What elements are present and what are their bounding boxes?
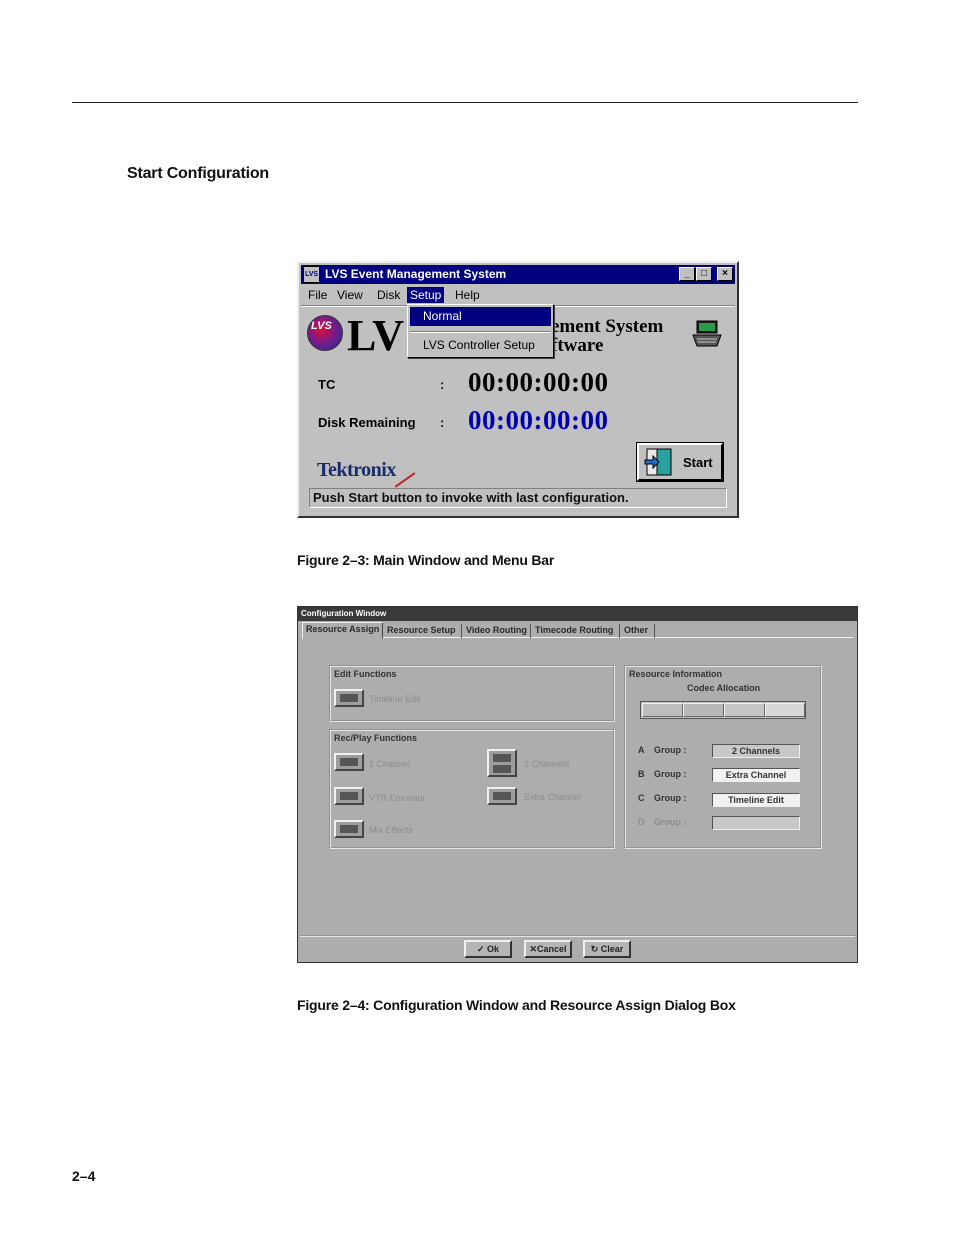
group-d-value [712, 816, 800, 830]
rec-play-functions-group: Rec/Play Functions 1 Channel 2 Channels … [329, 729, 615, 849]
logo-title: LV [347, 311, 405, 360]
window-title: LVS Event Management System [325, 267, 507, 281]
group-b-label: Group : [654, 769, 687, 779]
extra-channel-button[interactable] [487, 787, 517, 805]
resource-information-group: Resource Information Codec Allocation A … [624, 665, 822, 849]
menu-file[interactable]: File [305, 287, 330, 303]
menu-disk[interactable]: Disk [374, 287, 403, 303]
tab-other[interactable]: Other [621, 624, 655, 638]
alloc-segment-b [683, 703, 724, 717]
section-heading: Start Configuration [127, 165, 269, 182]
page-number: 2–4 [72, 1168, 96, 1184]
codec-allocation-label: Codec Allocation [687, 683, 761, 693]
rec-play-functions-title: Rec/Play Functions [334, 733, 418, 743]
group-c-label: Group : [654, 793, 687, 803]
tc-value: 00:00:00:00 [468, 367, 609, 397]
start-button[interactable]: Start [636, 442, 724, 482]
door-enter-icon [644, 448, 672, 476]
lvs-app-icon[interactable]: LVS [303, 266, 320, 283]
resource-information-title: Resource Information [629, 669, 723, 679]
disk-colon: : [440, 415, 445, 430]
figure-caption-2-4: Figure 2–4: Configuration Window and Res… [297, 997, 736, 1013]
group-b-value: Extra Channel [712, 768, 800, 782]
tc-label: TC [318, 377, 336, 392]
group-a-label: Group : [654, 745, 687, 755]
setup-dropdown-menu: Normal LVS Controller Setup [407, 304, 554, 358]
main-window: LVS LVS Event Management System _ □ × Fi… [297, 261, 739, 518]
config-tabs: Resource Assign Resource Setup Video Rou… [302, 622, 853, 639]
menu-view[interactable]: View [334, 287, 366, 303]
tektronix-swoosh [394, 472, 416, 488]
alloc-segment-d [765, 703, 805, 717]
cancel-x-icon: ✕ [529, 944, 538, 954]
alloc-segment-c [724, 703, 765, 717]
group-a-value: 2 Channels [712, 744, 800, 758]
tektronix-logo: Tektronix [317, 459, 396, 481]
configuration-window: Configuration Window Resource Assign Res… [297, 606, 858, 963]
keyboard-icon [692, 320, 722, 347]
ok-button[interactable]: ✓ Ok [464, 940, 512, 958]
tab-timecode-routing[interactable]: Timecode Routing [532, 624, 620, 638]
clear-label: Clear [600, 944, 624, 954]
start-label: Start [683, 455, 713, 470]
cancel-button[interactable]: ✕Cancel [524, 940, 572, 958]
maximize-button[interactable]: □ [696, 267, 712, 281]
menu-setup[interactable]: Setup [407, 287, 445, 303]
two-channels-label: 2 Channels [524, 759, 570, 769]
status-bar: Push Start button to invoke with last co… [309, 488, 727, 508]
menu-item-lvs-controller-setup[interactable]: LVS Controller Setup [410, 336, 551, 355]
subtitle: ement System ftware [551, 317, 663, 355]
edit-functions-title: Edit Functions [334, 669, 397, 679]
group-d-letter: D [638, 817, 645, 827]
extra-channel-label: Extra Channel [524, 792, 582, 802]
tc-colon: : [440, 377, 445, 392]
top-rule [72, 102, 858, 103]
timeline-edit-label: Timeline Edit [369, 694, 421, 704]
one-channel-label: 1 Channel [369, 759, 411, 769]
mix-effects-button[interactable] [334, 820, 364, 838]
config-button-bar: ✓ Ok ✕Cancel ↻ Clear [300, 935, 855, 959]
config-window-title: Configuration Window [298, 607, 857, 621]
mix-effects-label: Mix Effects [369, 825, 413, 835]
group-d-label: Group : [654, 817, 687, 827]
cancel-label: Cancel [537, 944, 567, 954]
lvs-logo-text: LVS [311, 320, 332, 332]
refresh-icon: ↻ [590, 944, 599, 954]
group-b-letter: B [638, 769, 645, 779]
group-c-value: Timeline Edit [712, 793, 800, 807]
subtitle-line2: ftware [551, 335, 604, 356]
close-button[interactable]: × [717, 267, 733, 281]
minimize-button[interactable]: _ [679, 267, 695, 281]
disk-remaining-value: 00:00:00:00 [468, 405, 609, 435]
alloc-segment-a [642, 703, 683, 717]
menu-bar: File View Disk Setup Help [301, 285, 735, 305]
ok-label: Ok [487, 944, 500, 954]
check-icon: ✓ [476, 944, 485, 954]
one-channel-button[interactable] [334, 753, 364, 771]
vtr-emulator-label: VTR Emulator [369, 793, 426, 803]
main-window-titlebar[interactable]: LVS LVS Event Management System _ □ × [301, 265, 735, 284]
tab-resource-setup[interactable]: Resource Setup [384, 624, 462, 638]
tab-video-routing[interactable]: Video Routing [463, 624, 531, 638]
two-channels-button[interactable] [487, 749, 517, 777]
figure-caption-2-3: Figure 2–3: Main Window and Menu Bar [297, 552, 555, 568]
clear-button[interactable]: ↻ Clear [583, 940, 631, 958]
codec-allocation-bar [640, 701, 806, 719]
subtitle-line1: ement System [551, 316, 664, 337]
edit-functions-group: Edit Functions Timeline Edit [329, 665, 615, 722]
dropdown-separator [410, 331, 551, 333]
vtr-emulator-button[interactable] [334, 787, 364, 805]
group-c-letter: C [638, 793, 645, 803]
menu-help[interactable]: Help [452, 287, 483, 303]
menu-item-normal[interactable]: Normal [410, 307, 551, 326]
lvs-logo-icon: LVS [307, 315, 343, 351]
group-a-letter: A [638, 745, 645, 755]
tab-resource-assign[interactable]: Resource Assign [302, 622, 383, 639]
disk-remaining-label: Disk Remaining [318, 415, 416, 430]
timeline-edit-button[interactable] [334, 689, 364, 707]
